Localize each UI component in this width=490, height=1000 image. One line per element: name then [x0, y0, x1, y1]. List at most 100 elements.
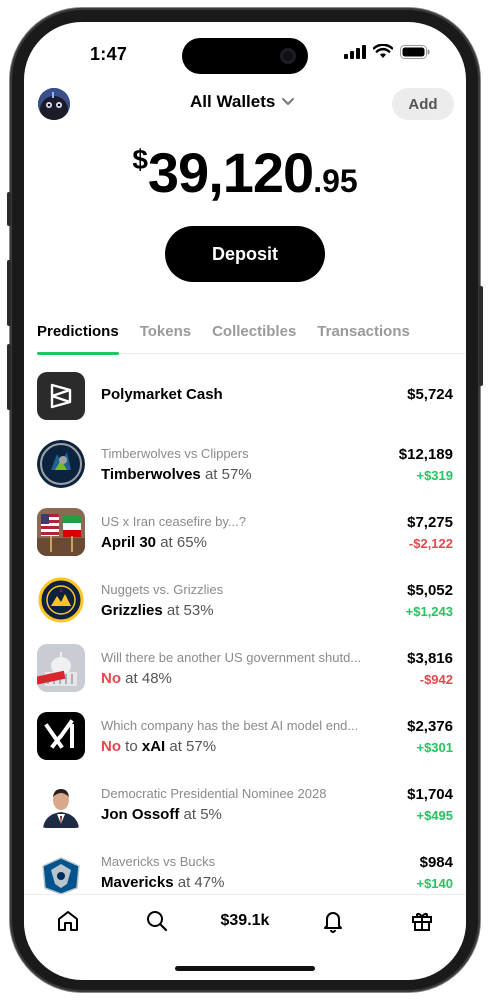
- total-balance: $39,120.95: [24, 140, 466, 205]
- position-market: Will there be another US government shut…: [101, 650, 362, 665]
- action-button: [7, 192, 11, 226]
- position-market: US x Iran ceasefire by...?: [101, 514, 246, 529]
- position-market: Mavericks vs Bucks: [101, 854, 216, 869]
- pick-label: Grizzlies: [101, 602, 163, 619]
- position-amount: $5,052: [407, 582, 453, 599]
- nav-notifications[interactable]: [303, 901, 363, 941]
- nav-rewards[interactable]: [392, 901, 452, 941]
- camera-icon: [280, 48, 296, 64]
- position-market: Nuggets vs. Grizzlies: [101, 582, 224, 597]
- balance-currency: $: [132, 144, 148, 175]
- pick-label: Jon Ossoff: [101, 806, 180, 823]
- list-item[interactable]: Nuggets vs. Grizzlies Grizzlies at 53% $…: [24, 566, 466, 634]
- position-title: Polymarket Cash: [101, 386, 223, 403]
- position-amount: $2,376: [407, 718, 453, 735]
- pick-odds: at 47%: [177, 874, 225, 891]
- position-pnl: +$301: [416, 740, 453, 755]
- balance-integer: 39,120: [147, 141, 314, 204]
- list-item[interactable]: Will there be another US government shut…: [24, 634, 466, 702]
- cellular-signal-icon: [344, 44, 366, 59]
- gift-icon: [411, 912, 432, 931]
- position-pnl: +$319: [416, 468, 453, 483]
- nav-portfolio[interactable]: $39.1k: [215, 901, 275, 941]
- nav-home[interactable]: [38, 901, 98, 941]
- pick-odds: at 57%: [204, 466, 252, 483]
- pick-odds: at 48%: [125, 670, 172, 687]
- position-pnl: +$140: [416, 876, 453, 891]
- tab-collectibles[interactable]: Collectibles: [212, 322, 296, 354]
- portfolio-tabs: Predictions Tokens Collectibles Transact…: [37, 322, 466, 355]
- nav-balance-label: $39.1k: [220, 911, 270, 929]
- position-pick: No at 48%: [101, 670, 172, 687]
- pick-odds: at 5%: [183, 806, 222, 823]
- pick-odds: at 57%: [169, 738, 217, 755]
- nuggets-logo-icon: [37, 576, 85, 624]
- bottom-nav: $39.1k: [24, 894, 466, 946]
- position-pick: April 30 at 65%: [101, 534, 207, 551]
- person-portrait-icon: [37, 780, 85, 828]
- flags-photo-icon: [37, 508, 85, 556]
- positions-list: Polymarket Cash $5,724 Timberwolves vs C…: [24, 362, 466, 894]
- xai-logo-icon: [37, 712, 85, 760]
- tab-tokens[interactable]: Tokens: [140, 322, 191, 354]
- search-icon: [146, 910, 167, 931]
- position-amount: $5,724: [407, 386, 453, 403]
- wallet-selector[interactable]: All Wallets: [190, 92, 295, 112]
- battery-icon: [400, 44, 430, 59]
- pick-label: No: [101, 738, 121, 755]
- position-amount: $984: [419, 854, 453, 871]
- list-item[interactable]: Polymarket Cash $5,724: [24, 362, 466, 430]
- timberwolves-logo-icon: [37, 440, 85, 488]
- balance-decimal: .95: [313, 163, 358, 199]
- app-screen: 1:47 All Wallets Add $39,120.95 Deposit …: [24, 22, 466, 980]
- position-pnl: -$2,122: [408, 536, 453, 551]
- home-indicator[interactable]: [175, 966, 315, 971]
- status-icons: [344, 44, 430, 59]
- wallet-selector-label: All Wallets: [190, 92, 276, 111]
- polymarket-logo-icon: [37, 372, 85, 420]
- position-pnl: +$1,243: [405, 604, 453, 619]
- avatar[interactable]: [38, 88, 70, 120]
- position-market: Democratic Presidential Nominee 2028: [101, 786, 327, 801]
- bell-icon: [324, 911, 343, 933]
- avatar-image-icon: [38, 88, 70, 120]
- dynamic-island: [182, 38, 308, 74]
- position-pick: Mavericks at 47%: [101, 874, 224, 891]
- mavericks-logo-icon: [37, 848, 85, 894]
- add-wallet-button[interactable]: Add: [392, 88, 454, 120]
- position-pnl: +$495: [416, 808, 453, 823]
- list-item[interactable]: Timberwolves vs Clippers Timberwolves at…: [24, 430, 466, 498]
- nav-search[interactable]: [127, 901, 187, 941]
- position-pick: Grizzlies at 53%: [101, 602, 214, 619]
- deposit-button[interactable]: Deposit: [165, 226, 325, 282]
- tab-transactions[interactable]: Transactions: [317, 322, 410, 354]
- list-item[interactable]: Mavericks vs Bucks Mavericks at 47% $984…: [24, 838, 466, 894]
- position-market: Which company has the best AI model end.…: [101, 718, 359, 733]
- pick-odds: at 53%: [166, 602, 214, 619]
- position-market: Timberwolves vs Clippers: [101, 446, 249, 461]
- position-amount: $12,189: [398, 446, 453, 463]
- position-amount: $7,275: [407, 514, 453, 531]
- position-pick: No to xAI at 57%: [101, 738, 216, 755]
- pick-connector: to: [125, 738, 138, 755]
- chevron-down-icon: [282, 98, 295, 105]
- list-item[interactable]: Which company has the best AI model end.…: [24, 702, 466, 770]
- volume-up-button: [7, 260, 11, 326]
- pick-label: April 30: [101, 534, 157, 551]
- volume-down-button: [7, 344, 11, 410]
- position-amount: $1,704: [407, 786, 453, 803]
- pick-label: No: [101, 670, 121, 687]
- list-item[interactable]: US x Iran ceasefire by...? April 30 at 6…: [24, 498, 466, 566]
- pick-odds: at 65%: [160, 534, 207, 551]
- pick-target: xAI: [141, 738, 166, 755]
- position-pick: Jon Ossoff at 5%: [101, 806, 222, 823]
- power-button: [479, 286, 483, 386]
- capitol-closed-icon: [37, 644, 85, 692]
- position-amount: $3,816: [407, 650, 453, 667]
- wifi-icon: [373, 44, 393, 58]
- pick-label: Mavericks: [101, 874, 174, 891]
- position-pick: Timberwolves at 57%: [101, 466, 252, 483]
- tab-predictions[interactable]: Predictions: [37, 322, 119, 355]
- position-pnl: -$942: [419, 672, 453, 687]
- list-item[interactable]: Democratic Presidential Nominee 2028 Jon…: [24, 770, 466, 838]
